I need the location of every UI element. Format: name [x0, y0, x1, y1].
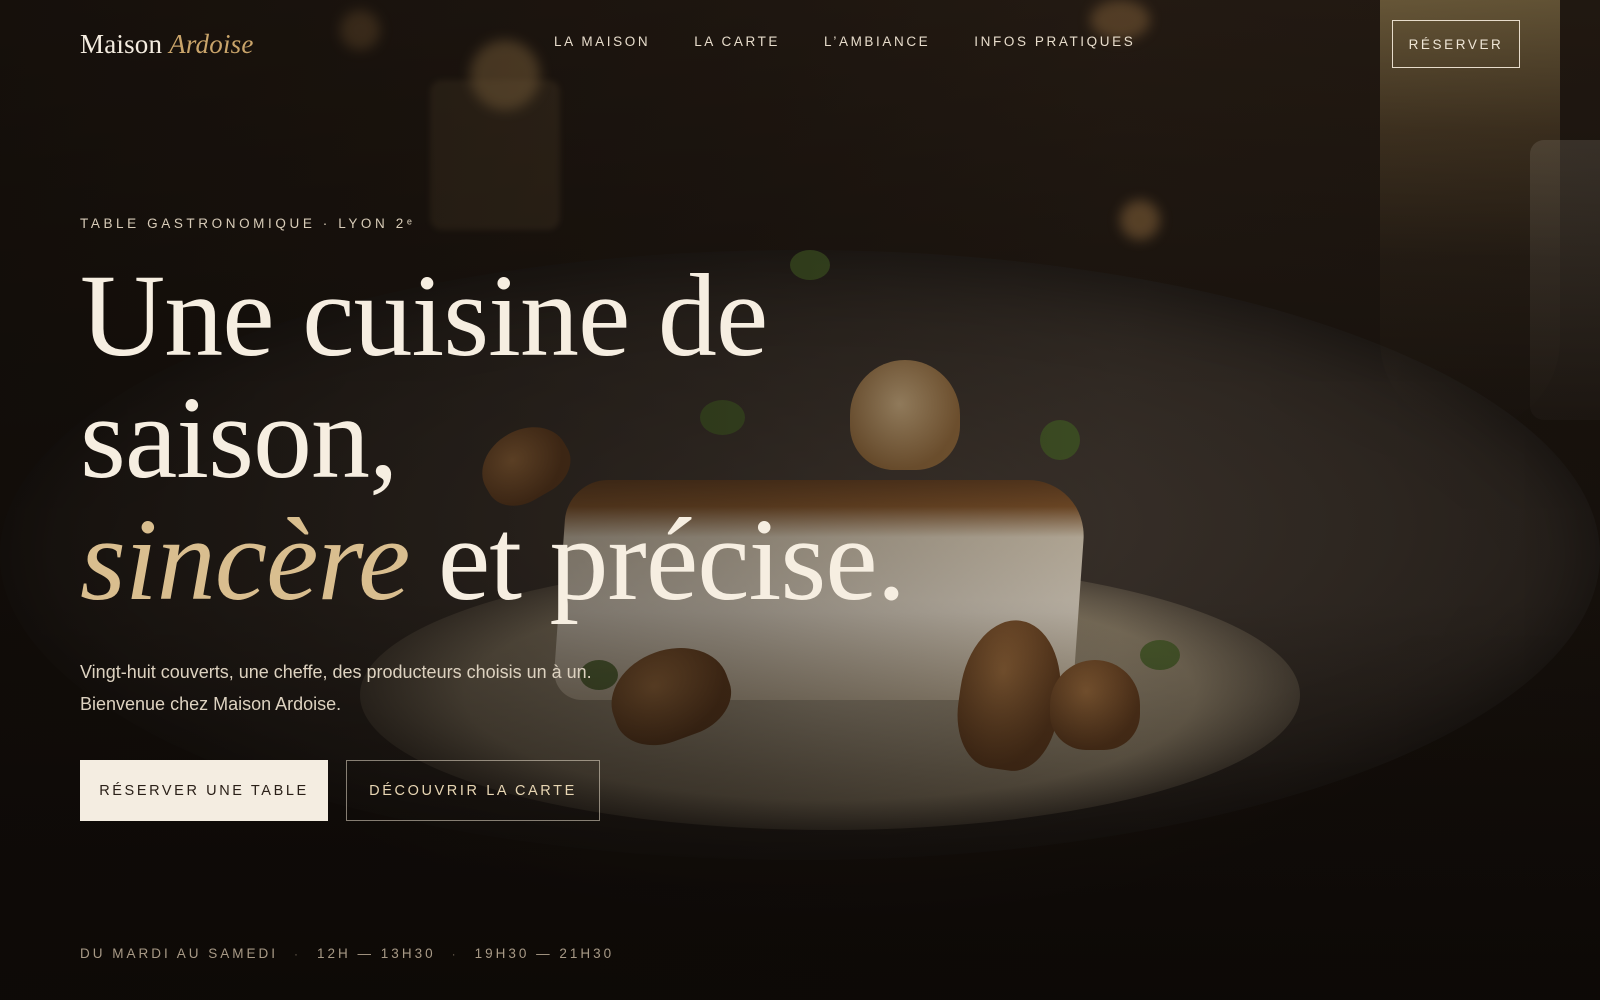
hero-eyebrow: TABLE GASTRONOMIQUE · LYON 2ᵉ [80, 216, 416, 231]
hours-dinner: 19H30 — 21H30 [474, 946, 615, 961]
separator-dot: · [294, 946, 302, 961]
discover-menu-button[interactable]: DÉCOUVRIR LA CARTE [346, 760, 600, 821]
headline-line-1: Une cuisine de [80, 250, 768, 381]
header-reserve-button[interactable]: RÉSERVER [1392, 20, 1520, 68]
reserve-table-button[interactable]: RÉSERVER UNE TABLE [80, 760, 328, 821]
opening-hours: DU MARDI AU SAMEDI · 12H — 13H30 · 19H30… [80, 946, 614, 961]
site-header: Maison Ardoise LA MAISON LA CARTE L’AMBI… [0, 0, 1600, 88]
headline-line-3: sincère et précise. [80, 499, 1180, 621]
brand-logo[interactable]: Maison Ardoise [80, 29, 254, 60]
main-nav: LA MAISON LA CARTE L’AMBIANCE INFOS PRAT… [554, 34, 1135, 49]
hero-lede-line-2: Bienvenue chez Maison Ardoise. [80, 694, 342, 714]
brand-name-accent: Ardoise [169, 28, 254, 59]
hero-lede-line-1: Vingt-huit couverts, une cheffe, des pro… [80, 662, 592, 682]
nav-link-ambiance[interactable]: L’AMBIANCE [824, 34, 930, 49]
hours-lunch: 12H — 13H30 [317, 946, 436, 961]
brand-name: Maison [80, 28, 163, 59]
nav-link-infos-pratiques[interactable]: INFOS PRATIQUES [974, 34, 1135, 49]
hero-lede: Vingt-huit couverts, une cheffe, des pro… [80, 656, 640, 720]
headline-line-2: saison, [80, 372, 399, 503]
headline-italic-word: sincère [80, 494, 410, 625]
nav-link-la-maison[interactable]: LA MAISON [554, 34, 650, 49]
hours-days: DU MARDI AU SAMEDI [80, 946, 279, 961]
headline-line-3-rest: et précise. [409, 494, 906, 625]
nav-link-la-carte[interactable]: LA CARTE [694, 34, 780, 49]
separator-dot: · [451, 946, 459, 961]
hero-headline: Une cuisine de saison, sincère et précis… [80, 255, 1180, 621]
